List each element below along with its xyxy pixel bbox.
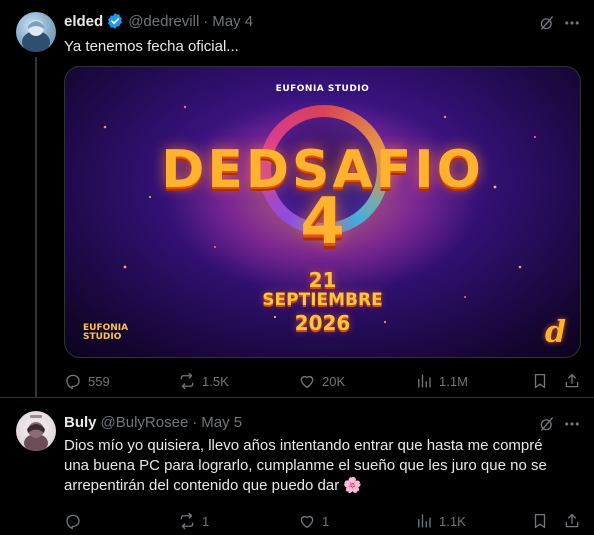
tweet-date[interactable]: May 4 (212, 13, 253, 30)
like-button[interactable]: 1 (298, 509, 329, 533)
views-count: 1.1K (439, 513, 466, 529)
repost-icon (180, 512, 194, 530)
studio-logo-bottom: EUFONIA STUDIO (83, 324, 128, 342)
share-icon (565, 513, 579, 528)
repost-icon (180, 372, 194, 390)
studio-logo-top: EUFONIA STUDIO (275, 84, 370, 94)
more-icon[interactable] (562, 414, 582, 434)
like-button[interactable]: 20K (298, 369, 345, 393)
separator-dot: · (203, 12, 209, 30)
brand-mark-icon: d (545, 315, 566, 350)
tweet-header: elded @dedrevill · May 4 (64, 12, 253, 30)
like-count: 20K (322, 373, 346, 389)
reply-icon (66, 374, 80, 390)
thread-line (35, 57, 37, 397)
views-button[interactable]: 1.1M (415, 369, 468, 393)
views-count: 1.1M (439, 373, 468, 389)
views-button[interactable]: 1.1K (415, 509, 466, 533)
reply-button[interactable]: 559 (64, 369, 110, 393)
tweet-text: Dios mío yo quisiera, llevo años intenta… (64, 437, 547, 494)
like-icon (300, 375, 314, 389)
author-handle[interactable]: @BulyRosee (101, 414, 189, 431)
event-day: 21 (308, 268, 337, 292)
bookmark-icon (534, 513, 546, 529)
share-button[interactable] (563, 369, 581, 393)
bookmark-icon (534, 373, 546, 389)
grok-icon[interactable] (537, 13, 557, 33)
studio-logo-line2: STUDIO (83, 332, 122, 342)
repost-button[interactable]: 1 (178, 509, 209, 533)
repost-count: 1.5K (202, 373, 229, 389)
views-icon (418, 514, 431, 528)
repost-button[interactable]: 1.5K (178, 369, 229, 393)
more-icon[interactable] (562, 13, 582, 33)
tweet-elded[interactable]: elded @dedrevill · May 4 Ya tenemos fech… (0, 0, 594, 397)
grok-icon[interactable] (537, 414, 557, 434)
views-icon (418, 374, 431, 388)
tweet-date[interactable]: May 5 (201, 414, 242, 431)
like-icon (300, 515, 314, 529)
share-icon (565, 373, 579, 388)
bookmark-button[interactable] (531, 509, 549, 533)
author-handle[interactable]: @dedrevill (128, 13, 199, 30)
event-month: SEPTIEMBRE (262, 290, 383, 310)
separator-dot: · (192, 414, 198, 431)
like-count: 1 (322, 513, 330, 529)
tweet-buly[interactable]: Buly @BulyRosee · May 5 Dios mío yo quis… (0, 397, 594, 535)
verified-badge-icon (106, 12, 124, 30)
tweet-actions: 1 1 1.1K (60, 509, 585, 533)
author-name[interactable]: Buly (64, 414, 97, 431)
reply-count: 559 (88, 373, 110, 389)
tweet-text: Ya tenemos fecha oficial... (64, 38, 239, 55)
repost-count: 1 (202, 513, 210, 529)
tweet-header: Buly @BulyRosee · May 5 (64, 414, 242, 431)
reply-button[interactable] (64, 509, 88, 533)
avatar[interactable] (16, 12, 56, 52)
event-year: 2026 (294, 311, 351, 335)
reply-icon (66, 514, 80, 530)
author-name[interactable]: elded (64, 13, 103, 30)
avatar[interactable] (16, 411, 56, 451)
share-button[interactable] (563, 509, 581, 533)
event-number: 4 (300, 185, 345, 259)
bookmark-button[interactable] (531, 369, 549, 393)
tweet-actions: 559 1.5K 20K 1.1M (60, 369, 585, 393)
tweet-media-image[interactable]: EUFONIA STUDIO DEDSAFIO 4 21 SEPTIEMBRE … (64, 66, 581, 358)
